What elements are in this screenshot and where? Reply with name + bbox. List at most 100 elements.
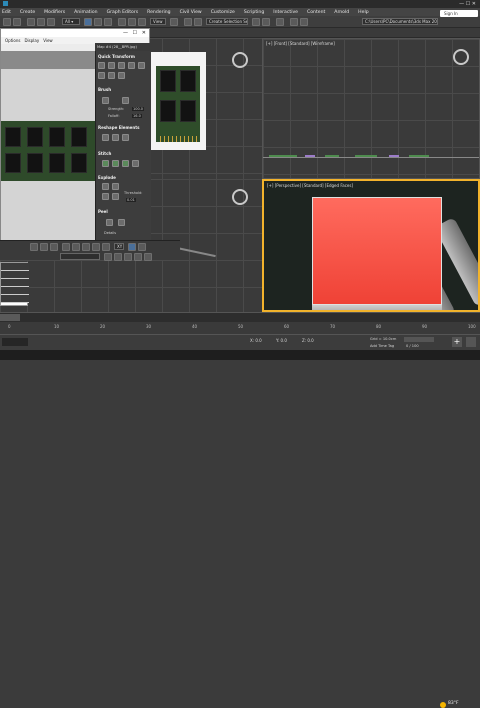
viewport-front[interactable]: [+] [Front] [Standard] [Wireframe] <box>262 38 480 179</box>
menu-item-arnold[interactable]: Arnold <box>334 10 349 15</box>
maximize-icon[interactable]: ☐ <box>133 29 137 37</box>
y-coordinate[interactable]: Y: 0.0 <box>276 338 287 343</box>
unlink-icon[interactable] <box>37 18 45 26</box>
scene-explorer-panel[interactable] <box>0 262 29 306</box>
selection-set-field[interactable]: Create Selection Set <box>206 18 248 25</box>
pivot-icon[interactable] <box>170 18 178 26</box>
grid-icon[interactable] <box>124 253 132 261</box>
render-icon[interactable] <box>300 18 308 26</box>
align-icon[interactable] <box>98 62 105 69</box>
align-icon[interactable] <box>262 18 270 26</box>
maxscript-listener[interactable] <box>2 338 28 346</box>
viewcube-icon[interactable] <box>232 52 248 68</box>
brush-icon[interactable] <box>102 97 109 104</box>
falloff-input[interactable]: 16.0 <box>132 114 142 118</box>
section-peel[interactable]: Peel <box>98 209 108 214</box>
break-icon[interactable] <box>102 193 109 200</box>
texture-select[interactable]: Map #4 (28__BPR.jpg) <box>95 43 151 51</box>
menu-item-content[interactable]: Content <box>307 10 325 15</box>
select-icon[interactable] <box>62 243 70 251</box>
weld-icon[interactable] <box>112 193 119 200</box>
bind-spacewarp-icon[interactable] <box>47 18 55 26</box>
stitch-icon[interactable] <box>112 160 119 167</box>
viewport-label-perspective[interactable]: [+] [Perspective] [Standard] [Edged Face… <box>267 183 353 188</box>
menu-item-customize[interactable]: Customize <box>211 10 235 15</box>
time-slider-thumb[interactable] <box>0 314 20 321</box>
menu-item-modifiers[interactable]: Modifiers <box>44 10 65 15</box>
snap-icon[interactable] <box>134 253 142 261</box>
selection-filter[interactable]: All ▾ <box>62 18 80 25</box>
material-editor-icon[interactable] <box>276 18 284 26</box>
align-icon[interactable] <box>128 62 135 69</box>
viewport-perspective[interactable]: [+] [Perspective] [Standard] [Edged Face… <box>262 179 480 312</box>
add-icon[interactable]: + <box>452 337 462 347</box>
scale-icon[interactable] <box>138 18 146 26</box>
peel-icon[interactable] <box>106 219 113 226</box>
section-stitch[interactable]: Stitch <box>98 151 111 156</box>
playback-controls[interactable] <box>404 337 434 342</box>
uv-menu-display[interactable]: Display <box>24 37 39 44</box>
list-item[interactable] <box>1 295 29 303</box>
menu-item-scripting[interactable]: Scripting <box>244 10 264 15</box>
render-setup-icon[interactable] <box>290 18 298 26</box>
relax-icon[interactable] <box>122 134 129 141</box>
rotate-icon[interactable] <box>98 72 105 79</box>
edge-mode-icon[interactable] <box>40 243 48 251</box>
uv-menu-view[interactable]: View <box>43 37 53 44</box>
menu-item-create[interactable]: Create <box>20 10 35 15</box>
move-icon[interactable] <box>118 18 126 26</box>
mirror-icon[interactable] <box>102 243 110 251</box>
section-explode[interactable]: Explode <box>98 175 116 180</box>
select-object-icon[interactable] <box>84 18 92 26</box>
relax-icon[interactable] <box>112 134 119 141</box>
flip-icon[interactable] <box>118 72 125 79</box>
window-controls[interactable]: — ☐ ✕ <box>459 1 476 7</box>
uv-mode-select[interactable]: XY <box>114 243 124 250</box>
menu-item-interactive[interactable]: Interactive <box>273 10 298 15</box>
menu-item-edit[interactable]: Edit <box>2 10 11 15</box>
pan-icon[interactable] <box>128 243 136 251</box>
x-coordinate[interactable]: X: 0.0 <box>250 338 262 343</box>
menu-item-rendering[interactable]: Rendering <box>147 10 170 15</box>
close-icon[interactable]: ✕ <box>142 29 146 37</box>
angle-snap-icon[interactable] <box>194 18 202 26</box>
time-slider[interactable] <box>0 312 480 322</box>
align-icon[interactable] <box>138 62 145 69</box>
list-item[interactable] <box>1 263 29 271</box>
weld-icon[interactable] <box>112 183 119 190</box>
redo-icon[interactable] <box>13 18 21 26</box>
list-item[interactable] <box>1 287 29 295</box>
face-mode-icon[interactable] <box>50 243 58 251</box>
explode-icon[interactable] <box>102 183 109 190</box>
menu-item-civil-view[interactable]: Civil View <box>180 10 202 15</box>
lock-icon[interactable] <box>104 253 112 261</box>
snap-icon[interactable] <box>184 18 192 26</box>
undo-icon[interactable] <box>3 18 11 26</box>
texture-dropdown[interactable] <box>60 253 100 260</box>
uv-editor-window[interactable]: ✕ ☐ — Options Display View Map #4 (28__BPR… <box>0 28 151 254</box>
menu-item-help[interactable]: Help <box>358 10 368 15</box>
uv-canvas[interactable] <box>1 51 95 253</box>
stitch-icon[interactable] <box>102 160 109 167</box>
viewcube-icon[interactable] <box>232 189 248 205</box>
peel-icon[interactable] <box>118 219 125 226</box>
weather-temp[interactable]: 83°F <box>448 701 459 706</box>
viewcube-icon[interactable] <box>453 49 469 65</box>
project-path[interactable]: C:\Users\PC\Documents\3ds Max 2021 ▾ <box>362 18 438 25</box>
list-item[interactable] <box>1 279 29 287</box>
sign-in-field[interactable]: Sign In <box>440 10 478 17</box>
align-icon[interactable] <box>118 62 125 69</box>
relax-brush-icon[interactable] <box>122 97 129 104</box>
stitch-icon[interactable] <box>122 160 129 167</box>
reference-coord-select[interactable]: View <box>150 18 166 25</box>
move-icon[interactable] <box>72 243 80 251</box>
threshold-input[interactable]: 0.01 <box>126 198 136 202</box>
link-icon[interactable] <box>27 18 35 26</box>
frame-counter[interactable]: 0 / 100 <box>406 344 419 348</box>
select-by-name-icon[interactable] <box>94 18 102 26</box>
rotate-icon[interactable] <box>128 18 136 26</box>
viewport-label-front[interactable]: [+] [Front] [Standard] [Wireframe] <box>266 41 335 46</box>
menu-item-graph-editors[interactable]: Graph Editors <box>107 10 139 15</box>
zoom-icon[interactable] <box>138 243 146 251</box>
straighten-icon[interactable] <box>102 134 109 141</box>
